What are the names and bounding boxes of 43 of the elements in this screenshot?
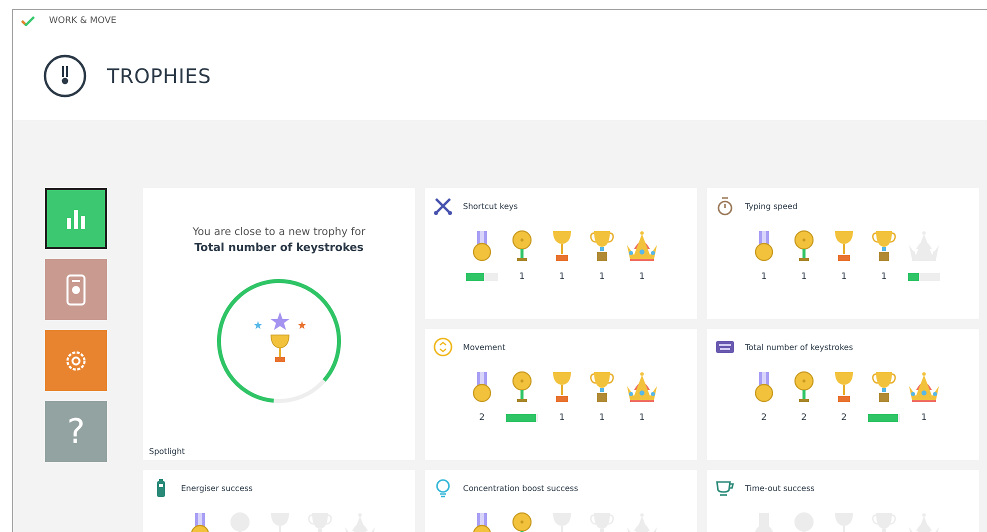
trophy-count: 1 <box>881 272 887 282</box>
trophy-count: 1 <box>639 413 645 423</box>
trophy-count: 1 <box>559 272 565 282</box>
trophy-count: 2 <box>761 413 767 423</box>
trophy-count: 1 <box>519 272 525 282</box>
category-title: Time-out success <box>745 484 815 492</box>
page-title: TROPHIES <box>107 64 212 88</box>
settings-icon <box>64 348 88 372</box>
category-title: Typing speed <box>745 202 798 210</box>
trophy-count: 1 <box>599 272 605 282</box>
trophy-count: 2 <box>801 413 807 423</box>
trophy-count: 1 <box>559 413 565 423</box>
trophy-count: 1 <box>921 413 927 423</box>
trophy-count: 1 <box>761 272 767 282</box>
sidebar-tile[interactable] <box>45 188 107 249</box>
category-title: Total number of keystrokes <box>745 342 853 352</box>
checkmark-logo-icon <box>21 16 35 26</box>
spotlight-category: Total number of keystrokes <box>194 241 364 254</box>
bar-chart-icon <box>65 208 87 228</box>
cup-icon <box>715 478 735 498</box>
trophy-count: 2 <box>841 413 847 423</box>
app-name: WORK & MOVE <box>49 16 116 26</box>
lightbulb-icon <box>433 478 453 498</box>
sidebar-tile[interactable]: ? <box>45 401 107 462</box>
category-title: Movement <box>463 342 506 352</box>
trophy-count: 1 <box>801 272 807 282</box>
trophy-count: 2 <box>479 413 485 423</box>
stopwatch-icon <box>715 196 735 216</box>
spotlight-intro: You are close to a new trophy for <box>192 226 366 238</box>
keyboard-icon <box>715 339 735 355</box>
trophy-count: 1 <box>639 272 645 282</box>
category-title: Energiser success <box>181 484 253 492</box>
category-title: Concentration boost success <box>463 484 578 492</box>
sidebar-tile[interactable] <box>45 259 107 320</box>
trophy-count: 1 <box>841 272 847 282</box>
category-title: Shortcut keys <box>463 202 518 210</box>
trophy-count: 1 <box>599 413 605 423</box>
crossed-tools-icon <box>433 196 453 216</box>
spotlight-label: Spotlight <box>149 447 185 456</box>
phone-icon <box>66 274 86 306</box>
sidebar-tile[interactable] <box>45 330 107 391</box>
stars-trophy-drawing <box>254 312 306 362</box>
medal-circle-icon <box>43 54 87 98</box>
